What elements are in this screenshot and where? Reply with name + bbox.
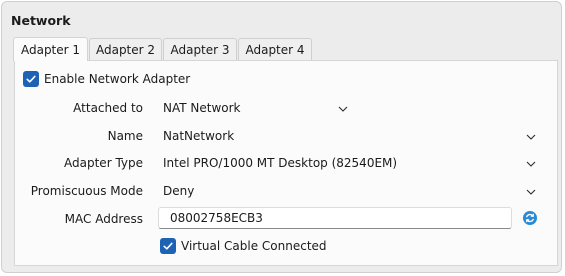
tab-label: Adapter 2 [95,42,156,57]
refresh-mac-button[interactable] [521,209,539,227]
attached-to-label: Attached to [73,101,143,115]
tab-adapter-4[interactable]: Adapter 4 [238,38,312,60]
adapter-type-label: Adapter Type [64,156,143,170]
adapter-type-value: Intel PRO/1000 MT Desktop (82540EM) [163,156,398,170]
chevron-down-icon [526,134,536,140]
attached-to-select[interactable]: NAT Network [158,97,354,119]
enable-adapter-label[interactable]: Enable Network Adapter [44,72,190,86]
chevron-down-icon [526,161,536,167]
tab-label: Adapter 3 [170,42,230,57]
cable-connected-checkbox[interactable] [160,238,176,254]
promiscuous-mode-label: Promiscuous Mode [30,184,143,198]
name-value: NatNetwork [163,129,235,143]
adapter-type-select[interactable]: Intel PRO/1000 MT Desktop (82540EM) [158,152,542,174]
checkmark-icon [163,242,173,250]
chevron-down-icon [526,189,536,195]
name-label: Name [107,129,143,143]
tab-adapter-1[interactable]: Adapter 1 [13,37,88,61]
chevron-down-icon [338,106,348,112]
cable-connected-label[interactable]: Virtual Cable Connected [181,239,327,253]
network-settings-group: Network Adapter 1 Adapter 2 Adapter 3 Ad… [1,1,562,273]
mac-address-input[interactable] [158,207,512,229]
attached-to-value: NAT Network [163,101,241,115]
mac-address-label: MAC Address [64,212,143,226]
tab-label: Adapter 4 [245,42,305,57]
enable-adapter-checkbox[interactable] [23,71,39,87]
promiscuous-mode-select[interactable]: Deny [158,180,542,202]
checkmark-icon [26,75,36,83]
refresh-mac-icon [523,211,537,225]
tab-adapter-2[interactable]: Adapter 2 [89,38,162,60]
tab-adapter-3[interactable]: Adapter 3 [163,38,237,60]
section-title: Network [11,13,71,28]
tab-label: Adapter 1 [20,42,81,57]
adapter-panel: Enable Network Adapter Attached to NAT N… [14,60,558,266]
name-select[interactable]: NatNetwork [158,125,542,147]
promiscuous-mode-value: Deny [163,184,195,198]
